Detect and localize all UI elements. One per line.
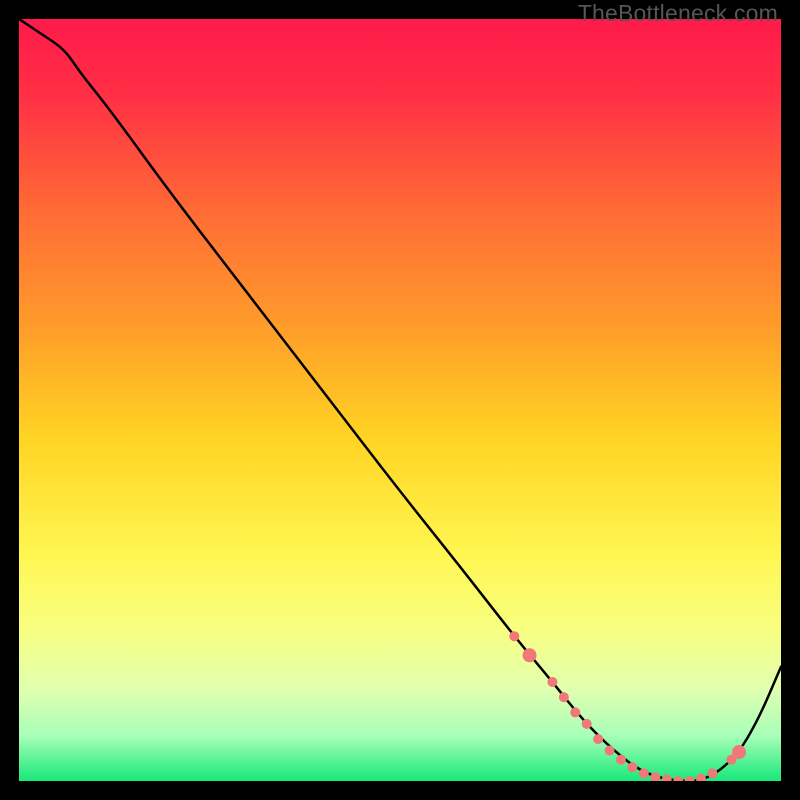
watermark-text: TheBottleneck.com [578, 0, 778, 27]
curve-marker [616, 755, 626, 765]
chart-canvas [19, 19, 781, 781]
curve-marker [627, 762, 637, 772]
curve-marker [732, 745, 746, 759]
curve-marker [547, 677, 557, 687]
curve-marker [593, 734, 603, 744]
chart-background [19, 19, 781, 781]
curve-marker [570, 707, 580, 717]
curve-marker [582, 719, 592, 729]
curve-marker [639, 768, 649, 778]
curve-marker [559, 692, 569, 702]
curve-marker [523, 648, 537, 662]
curve-marker [509, 631, 519, 641]
chart-frame [19, 19, 781, 781]
curve-marker [605, 746, 615, 756]
curve-marker [707, 768, 717, 778]
